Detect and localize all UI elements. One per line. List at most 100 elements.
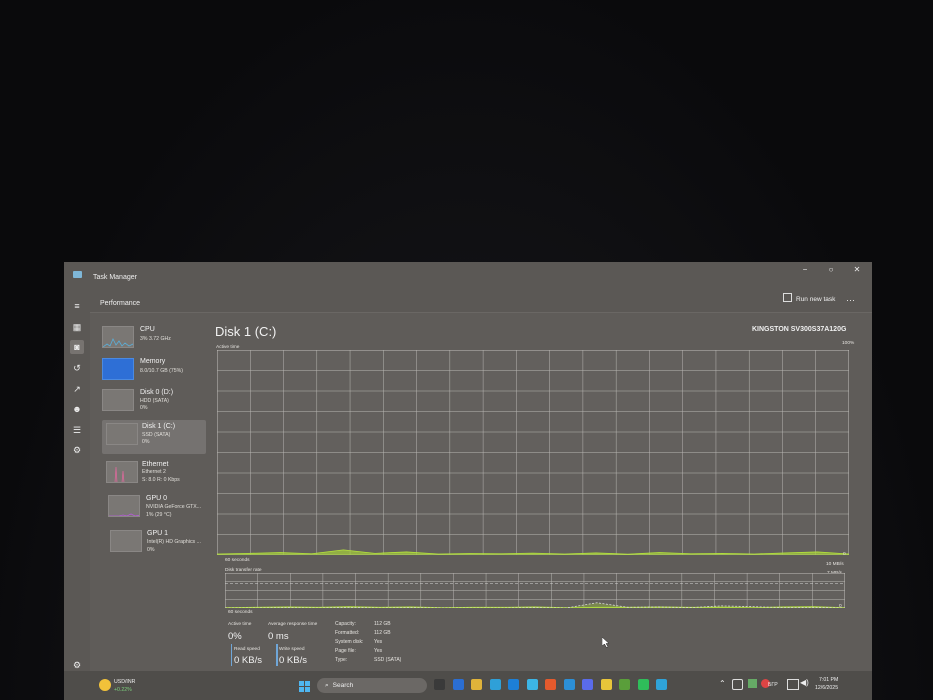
sidebar-item-detail: 3% 3.72 GHz <box>140 336 171 342</box>
vscode-icon[interactable] <box>563 679 575 690</box>
property-label: Capacity: <box>335 621 356 627</box>
sidebar-item-disk-1[interactable]: Disk 1 (C:) SSD (SATA) 0% <box>102 420 206 454</box>
write-speed-value: 0 KB/s <box>279 655 307 666</box>
tray-app-icon[interactable] <box>748 679 757 688</box>
gpu1-thumbnail-graph <box>110 530 142 552</box>
ticker-change: +0.22% <box>114 687 132 693</box>
active-time-chart <box>217 350 849 555</box>
cpu-thumbnail-graph <box>102 326 134 348</box>
search-placeholder: Search <box>332 682 354 689</box>
widgets-icon[interactable] <box>452 679 464 690</box>
brave-icon[interactable] <box>545 679 556 690</box>
task-manager-app-icon <box>73 271 82 278</box>
language-indicator[interactable]: БГР <box>768 682 778 688</box>
avg-response-label: Average response time <box>268 622 318 627</box>
sidebar-item-title: Disk 1 (C:) <box>142 423 176 430</box>
maximize-button[interactable]: ○ <box>820 263 842 277</box>
sidebar-item-title: GPU 1 <box>147 530 169 537</box>
title-bar[interactable]: Task Manager − ○ ✕ <box>64 262 872 288</box>
disk-model: KINGSTON SV300S37A120G <box>752 326 847 333</box>
file-explorer-icon[interactable] <box>471 679 482 690</box>
sidebar-item-ethernet[interactable]: Ethernet Ethernet 2 S: 8.0 R: 0 Kbps <box>102 458 206 492</box>
chrome-icon[interactable] <box>600 679 612 690</box>
discord-icon[interactable] <box>582 679 593 690</box>
tray-app-icon[interactable] <box>732 679 743 690</box>
photos-icon[interactable] <box>526 679 538 690</box>
close-button[interactable]: ✕ <box>846 263 868 277</box>
services-icon[interactable]: ⚙ <box>70 443 84 457</box>
navigation-rail: ≡ ▦ ◙ ↺ ↗ ☻ ☰ ⚙ ⚙ <box>64 288 90 700</box>
sidebar-item-detail: 8.0/10.7 GB (75%) <box>140 368 183 374</box>
clock-date[interactable]: 12/6/2025 <box>815 685 838 691</box>
active-time-min-label: 0 <box>843 552 846 557</box>
property-label: Formatted: <box>335 630 360 636</box>
transfer-rate-chart <box>225 573 845 608</box>
task-manager-icon[interactable] <box>656 679 667 690</box>
weather-widget-icon[interactable] <box>99 679 111 691</box>
tray-overflow-chevron-icon[interactable]: ⌃ <box>719 679 726 688</box>
page-title: Performance <box>100 300 141 307</box>
spotify-icon[interactable] <box>637 679 649 690</box>
page-header: Performance Run new task ··· <box>90 288 872 313</box>
sidebar-item-title: Disk 0 (D:) <box>140 389 174 396</box>
sidebar-item-disk-0[interactable]: Disk 0 (D:) HDD (SATA) 0% <box>102 386 206 420</box>
more-options-button[interactable]: ··· <box>846 292 855 308</box>
active-time-stat-label: Active time <box>228 622 252 627</box>
gpu0-thumbnail-graph <box>108 495 140 517</box>
minimize-button[interactable]: − <box>794 263 816 277</box>
edge-icon[interactable] <box>489 679 501 690</box>
sidebar-item-value: 0% <box>147 547 155 553</box>
volume-icon[interactable]: ◀) <box>800 678 809 687</box>
sidebar-item-memory[interactable]: Memory 8.0/10.7 GB (75%) <box>102 355 206 389</box>
transfer-span-label: 60 seconds <box>228 610 253 615</box>
property-label: Page file: <box>335 648 356 654</box>
hamburger-icon[interactable]: ≡ <box>70 299 84 313</box>
run-new-task-button[interactable]: Run new task <box>783 292 835 308</box>
property-label: Type: <box>335 657 348 663</box>
network-icon[interactable] <box>787 679 799 690</box>
startup-apps-icon[interactable]: ↗ <box>70 382 84 396</box>
sidebar-item-title: CPU <box>140 326 155 333</box>
property-value: Yes <box>374 639 383 645</box>
sidebar-item-value: 1% (29 °C) <box>146 512 172 518</box>
avg-response-value: 0 ms <box>268 631 289 642</box>
store-icon[interactable] <box>508 679 519 690</box>
taskbar-search-box[interactable]: ⌕ Search <box>317 678 427 693</box>
sidebar-item-detail: Ethernet 2 <box>142 469 166 475</box>
sidebar-item-value: S: 8.0 R: 0 Kbps <box>142 477 180 483</box>
settings-icon[interactable]: ⚙ <box>70 658 84 672</box>
sidebar-item-detail: NVIDIA GeForce GTX... <box>146 504 202 510</box>
ticker-symbol[interactable]: USD/INR <box>114 679 135 685</box>
disk1-thumbnail-graph <box>106 423 138 445</box>
users-icon[interactable]: ☻ <box>70 402 84 416</box>
processes-icon[interactable]: ▦ <box>70 320 84 334</box>
property-value: Yes <box>374 648 383 654</box>
sidebar-item-cpu[interactable]: CPU 3% 3.72 GHz <box>102 323 206 357</box>
sidebar-item-title: GPU 0 <box>146 495 168 502</box>
task-view-icon[interactable] <box>434 679 445 690</box>
clock-time[interactable]: 7:01 PM <box>819 677 838 683</box>
property-value: 112 GB <box>374 621 391 627</box>
sidebar-item-gpu-1[interactable]: GPU 1 Intel(R) HD Graphics ... 0% <box>102 527 206 561</box>
transfer-min-label: 0 <box>839 604 842 609</box>
minecraft-icon[interactable] <box>619 679 630 690</box>
window-title: Task Manager <box>93 274 137 281</box>
start-button-icon[interactable] <box>299 679 310 692</box>
read-speed-indicator <box>231 644 232 666</box>
memory-thumbnail-graph <box>102 358 134 380</box>
write-speed-label: Write speed <box>279 647 305 652</box>
property-value: 112 GB <box>374 630 391 636</box>
mouse-cursor-icon <box>602 637 610 648</box>
run-task-icon <box>783 293 792 302</box>
sidebar-item-value: 0% <box>142 439 150 445</box>
active-time-stat-value: 0% <box>228 631 242 642</box>
property-value: SSD (SATA) <box>374 657 402 663</box>
write-speed-indicator <box>276 644 278 666</box>
app-history-icon[interactable]: ↺ <box>70 361 84 375</box>
details-icon[interactable]: ☰ <box>70 423 84 437</box>
sidebar-item-title: Ethernet <box>142 461 169 468</box>
sidebar-item-detail: SSD (SATA) <box>142 432 171 438</box>
sidebar-item-title: Memory <box>140 358 166 365</box>
sidebar-item-gpu-0[interactable]: GPU 0 NVIDIA GeForce GTX... 1% (29 °C) <box>102 492 206 526</box>
performance-icon[interactable]: ◙ <box>70 340 84 354</box>
